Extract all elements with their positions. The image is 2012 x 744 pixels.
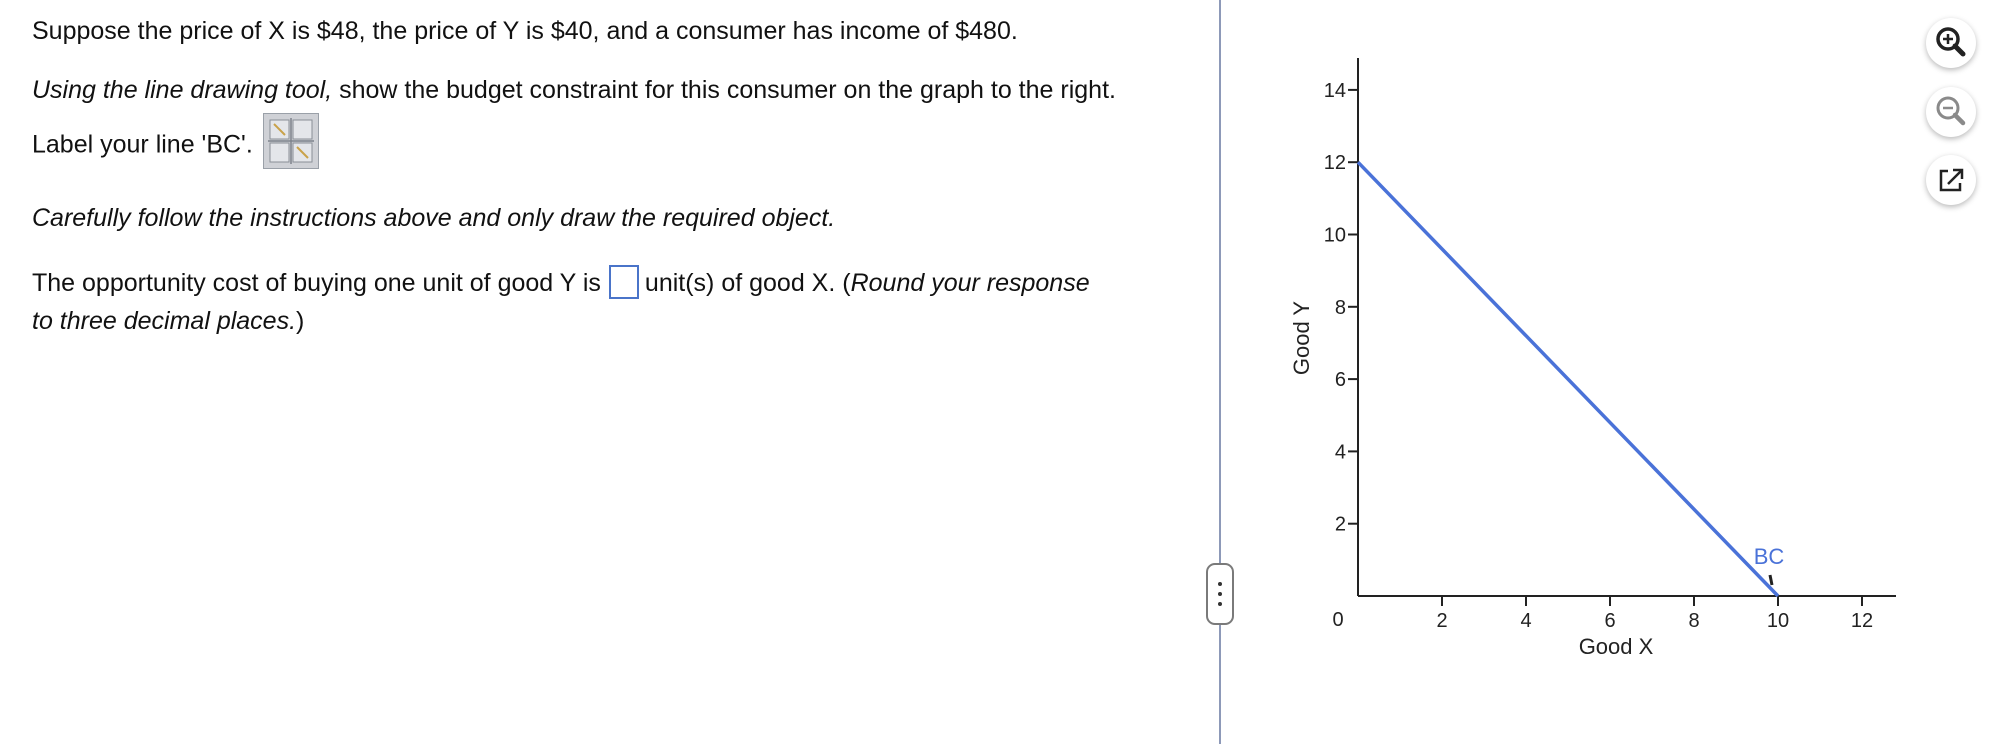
- budget-constraint-line[interactable]: [1356, 160, 1780, 598]
- y-tick-label: 10: [1324, 225, 1346, 247]
- budget-graph[interactable]: 2 4 6 8 10 12 14 2 4 6 8 10 12 0 Good X Good Y BC: [0, 0, 2012, 744]
- zoom-in-icon: [1936, 27, 1966, 57]
- popout-button[interactable]: [1926, 155, 1976, 205]
- y-tick-label: 2: [1335, 514, 1346, 536]
- y-tick-label: 8: [1335, 297, 1346, 319]
- y-tick-label: 12: [1324, 152, 1346, 174]
- x-tick-label: 4: [1520, 610, 1531, 632]
- x-tick-label: 10: [1767, 610, 1789, 632]
- bc-line-label[interactable]: BC: [1754, 544, 1785, 569]
- y-tick-label: 6: [1335, 369, 1346, 391]
- zoom-out-button[interactable]: [1926, 87, 1976, 137]
- zoom-out-icon: [1936, 96, 1966, 126]
- popout-icon: [1939, 168, 1964, 192]
- zoom-in-button[interactable]: [1926, 18, 1976, 68]
- x-tick-label: 6: [1604, 610, 1615, 632]
- x-axis-label: Good X: [1579, 634, 1654, 659]
- y-axis-label: Good Y: [1289, 301, 1314, 376]
- x-tick-label: 2: [1436, 610, 1447, 632]
- x-tick-label: 8: [1688, 610, 1699, 632]
- y-tick-label: 14: [1324, 80, 1346, 102]
- x-tick-label: 12: [1851, 610, 1873, 632]
- bc-label-pointer: [1768, 574, 1774, 586]
- origin-label: 0: [1332, 609, 1343, 631]
- y-tick-label: 4: [1335, 441, 1346, 463]
